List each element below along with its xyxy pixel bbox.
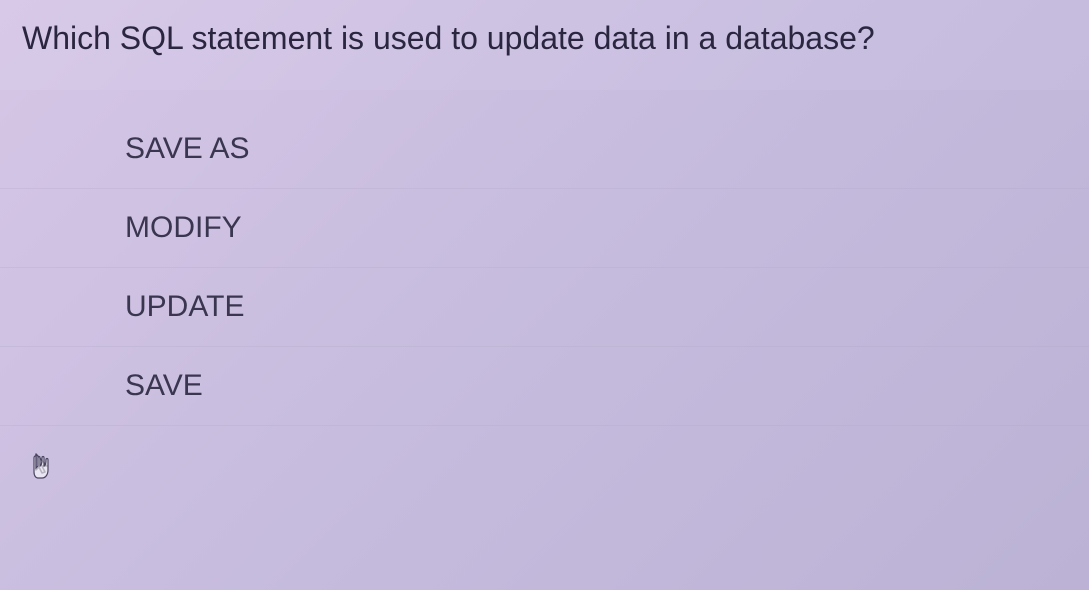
quiz-container: Which SQL statement is used to update da… <box>0 0 1089 590</box>
option-label: MODIFY <box>125 211 242 244</box>
option-label: SAVE AS <box>125 132 250 165</box>
option-label: SAVE <box>125 369 203 402</box>
option-label: UPDATE <box>125 290 244 323</box>
option-save-as[interactable]: SAVE AS <box>0 110 1089 189</box>
option-save[interactable]: SAVE <box>0 347 1089 426</box>
question-text: Which SQL statement is used to update da… <box>0 0 1089 90</box>
option-update[interactable]: UPDATE <box>0 268 1089 347</box>
options-container: SAVE AS MODIFY UPDATE SAVE <box>0 90 1089 590</box>
option-modify[interactable]: MODIFY <box>0 189 1089 268</box>
